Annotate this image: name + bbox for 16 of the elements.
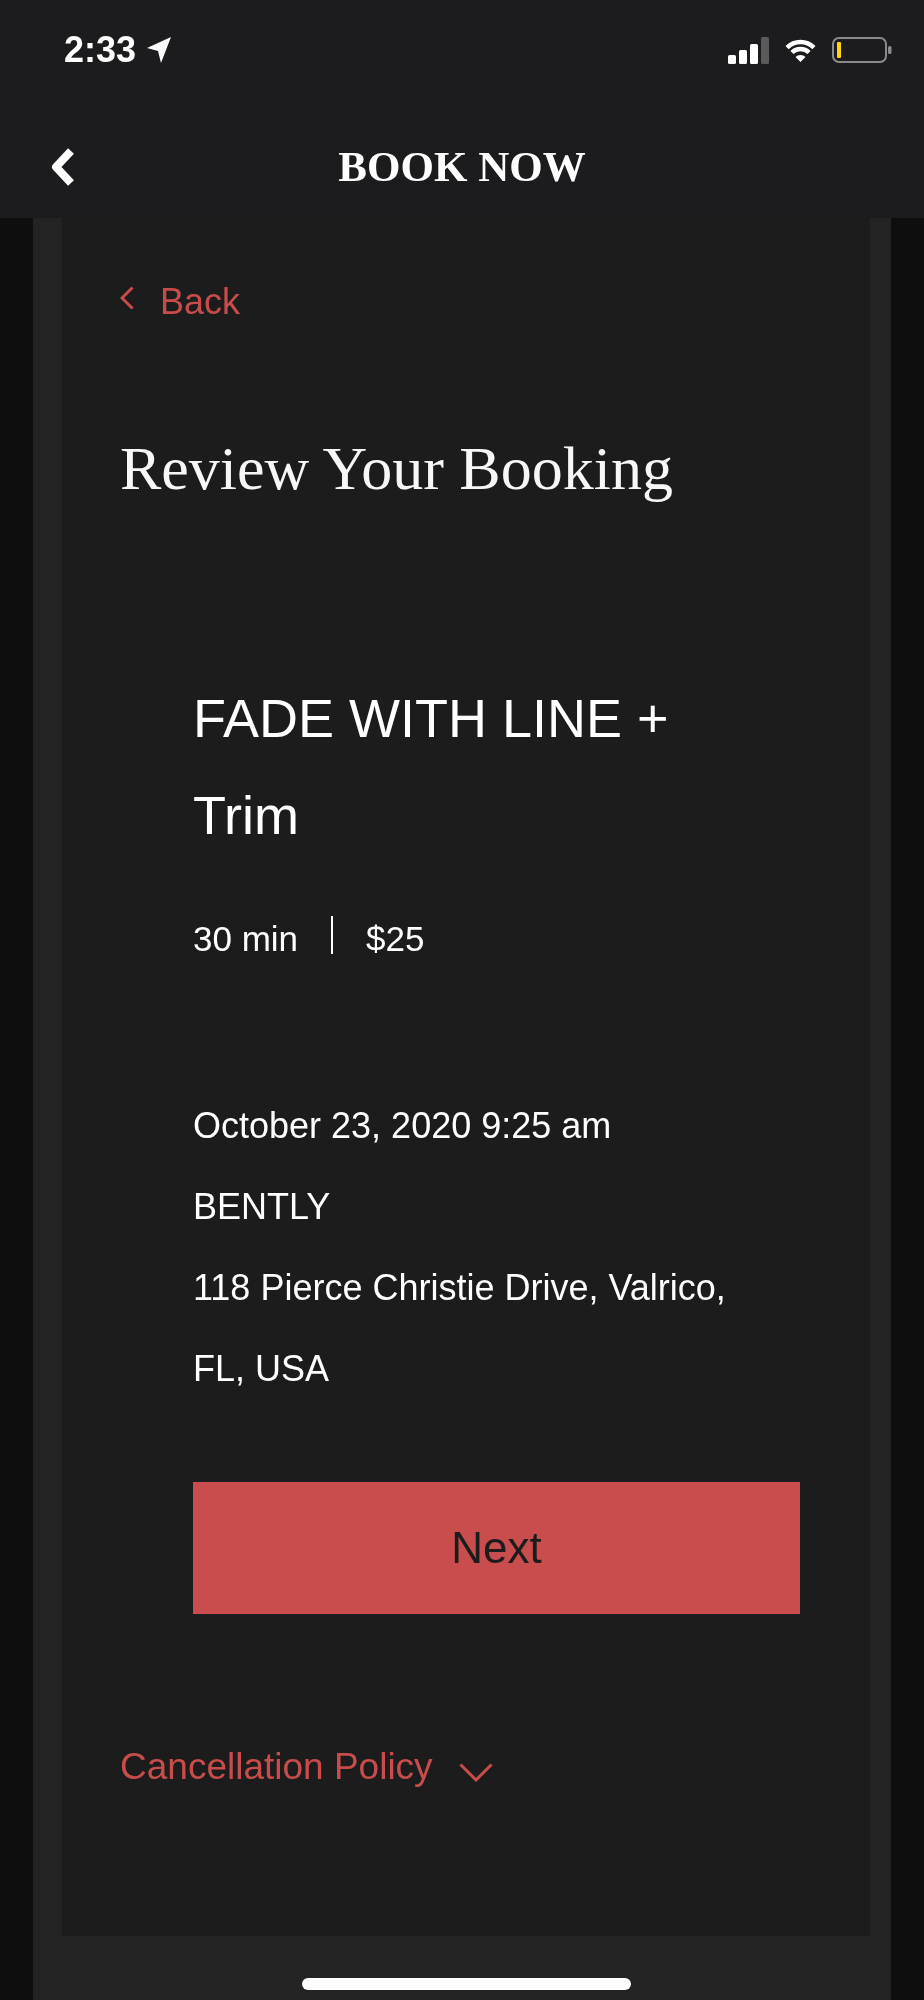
back-link[interactable]: Back: [120, 280, 241, 324]
service-duration: 30 min: [193, 918, 299, 960]
provider-name: BENTLY: [193, 1185, 331, 1229]
status-time: 2:33: [64, 32, 137, 68]
next-button[interactable]: Next: [193, 1482, 800, 1614]
signal-icon: [728, 36, 769, 64]
service-price: $25: [366, 918, 425, 960]
location-address: 118 Pierce Christie Drive, Valrico, FL, USA: [193, 1266, 727, 1391]
appointment-date-time: October 23, 2020 9:25 am: [193, 1104, 612, 1148]
page-title: Review Your Booking: [120, 433, 673, 504]
cancellation-policy-toggle[interactable]: Cancellation Policy: [120, 1744, 493, 1790]
location-arrow-icon: [147, 37, 172, 63]
header-title: BOOK NOW: [338, 142, 586, 193]
battery-icon: [832, 37, 892, 63]
chevron-left-icon: [120, 286, 134, 310]
service-name: FADE WITH LINE + Trim: [193, 687, 670, 847]
